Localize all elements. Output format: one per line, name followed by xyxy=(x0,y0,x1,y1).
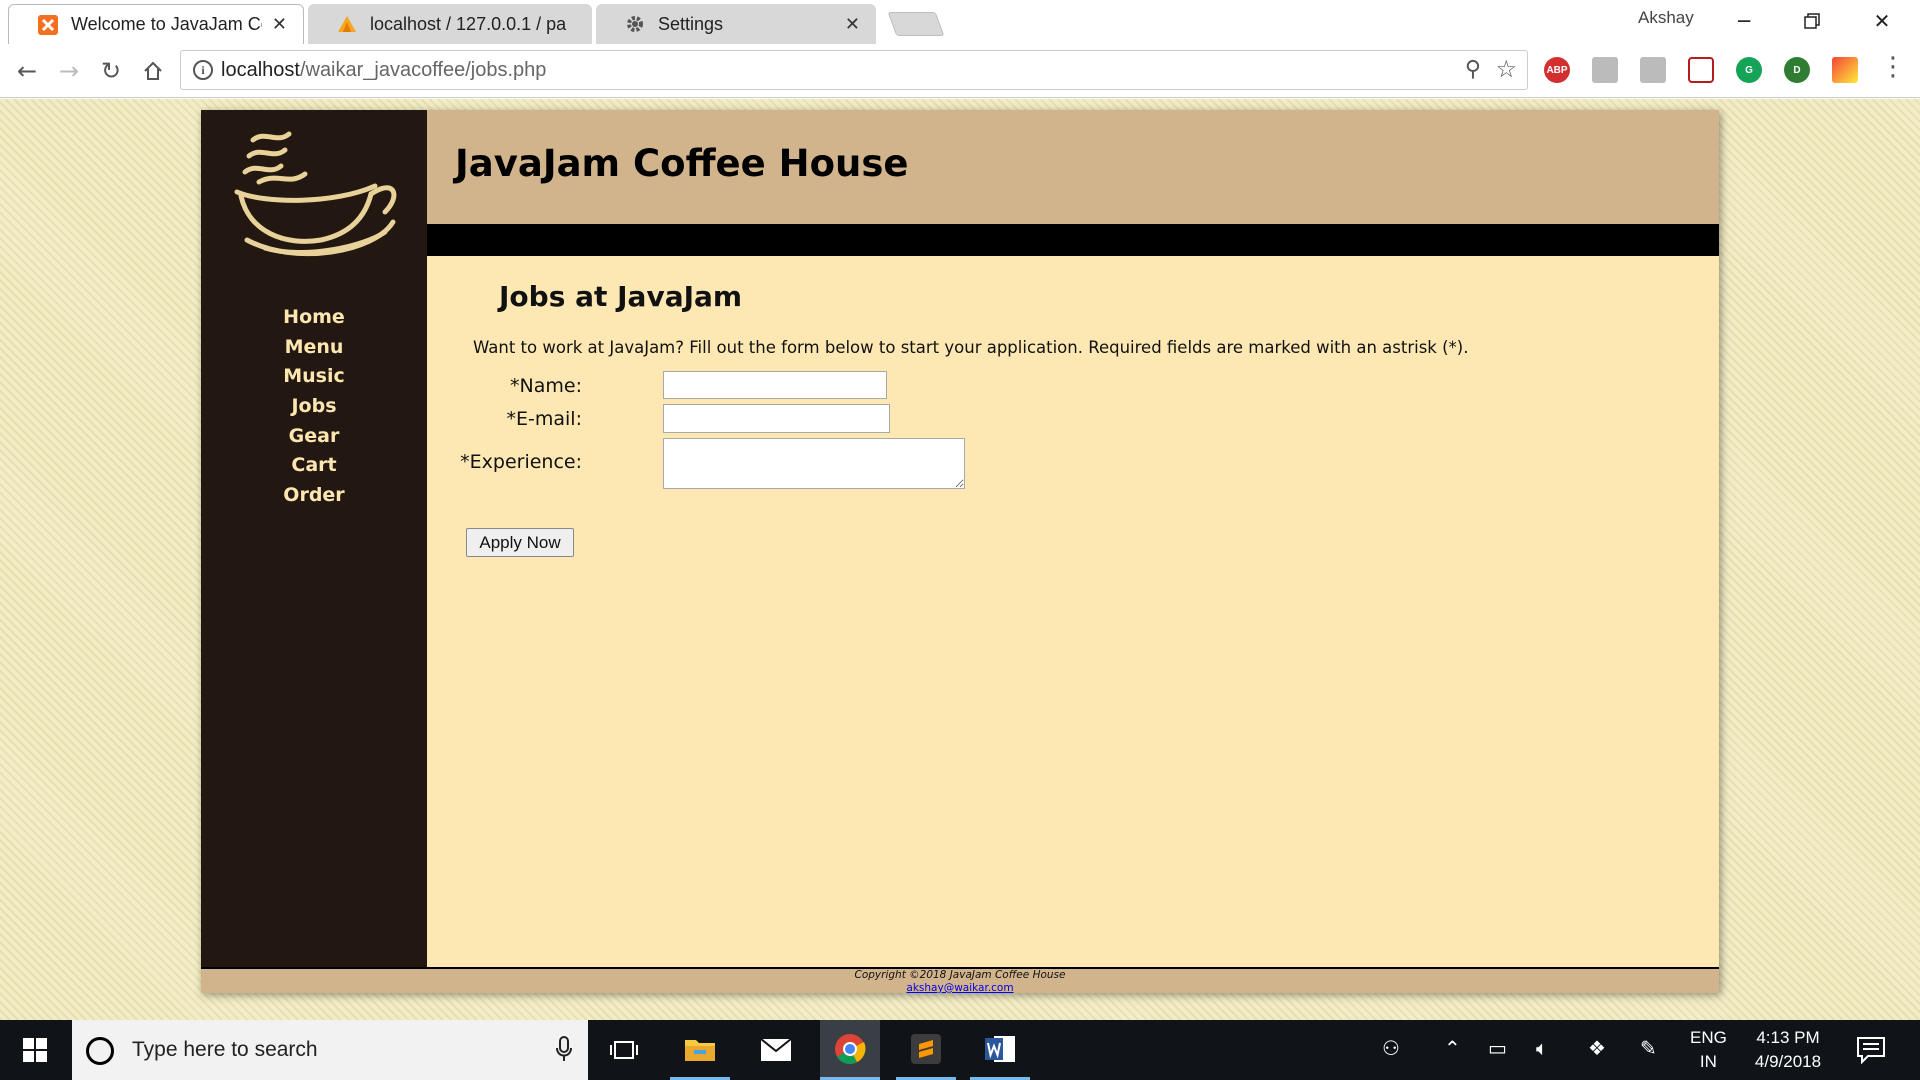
cortana-icon xyxy=(86,1037,114,1065)
dropbox-icon[interactable]: ❖ xyxy=(1588,1036,1606,1060)
nav-link-music[interactable]: Music xyxy=(283,365,345,387)
main-content: Jobs at JavaJam Want to work at JavaJam?… xyxy=(427,256,1719,967)
home-icon[interactable] xyxy=(136,54,170,88)
nav-link-gear[interactable]: Gear xyxy=(289,425,340,447)
info-icon[interactable]: i xyxy=(193,60,213,80)
nav-link-menu[interactable]: Menu xyxy=(285,336,344,358)
evernote-label: D xyxy=(1793,64,1801,76)
color-picker-icon[interactable] xyxy=(1832,57,1858,83)
clock[interactable]: 4:13 PM 4/9/2018 xyxy=(1746,1026,1830,1074)
browser-toolbar: ← → ↻ i localhost/waikar_javacoffee/jobs… xyxy=(0,44,1920,98)
nav-link-jobs[interactable]: Jobs xyxy=(291,395,336,417)
show-hidden-icons-icon[interactable]: ⌃ xyxy=(1444,1036,1461,1060)
site-title: JavaJam Coffee House xyxy=(455,142,909,185)
site-sidebar: Home Menu Music Jobs Gear Cart Order xyxy=(201,110,427,967)
phpmyadmin-icon xyxy=(336,13,358,35)
tab-phpmyadmin[interactable]: localhost / 127.0.0.1 / pa xyxy=(308,4,592,44)
volume-icon[interactable]: 🔈︎ xyxy=(1536,1036,1548,1060)
forward-icon[interactable]: → xyxy=(52,54,86,88)
address-bar[interactable]: i localhost/waikar_javacoffee/jobs.php ⚲… xyxy=(180,50,1528,90)
site-header: JavaJam Coffee House xyxy=(427,110,1719,224)
extension-icon[interactable] xyxy=(1640,57,1666,83)
coffee-cup-logo-icon xyxy=(234,131,397,257)
zoom-icon[interactable]: ⚲ xyxy=(1465,57,1481,82)
minimize-icon[interactable]: ─ xyxy=(1724,6,1764,36)
pen-icon[interactable]: ✎ xyxy=(1640,1036,1657,1060)
adblock-label: ABP xyxy=(1546,64,1568,76)
language-indicator[interactable]: ENG IN xyxy=(1690,1026,1727,1074)
clock-date: 4/9/2018 xyxy=(1754,1052,1822,1071)
chrome-icon[interactable] xyxy=(820,1020,880,1080)
nav-item-order: Order xyxy=(201,484,427,514)
lang-line-2: IN xyxy=(1699,1052,1717,1071)
clipboard-icon[interactable] xyxy=(1592,57,1618,83)
nav-link-order[interactable]: Order xyxy=(283,484,344,506)
pocket-icon[interactable] xyxy=(1688,57,1714,83)
browser-menu-icon[interactable]: ⋮ xyxy=(1880,52,1906,82)
copyright-text: Copyright ©2018 JavaJam Coffee House xyxy=(854,969,1066,981)
mail-icon[interactable] xyxy=(746,1020,806,1080)
evernote-icon[interactable]: D xyxy=(1784,57,1810,83)
profile-name[interactable]: Akshay xyxy=(1638,8,1694,28)
grammarly-icon[interactable]: G xyxy=(1736,57,1762,83)
restore-icon[interactable] xyxy=(1792,6,1832,36)
tab-javajam[interactable]: Welcome to JavaJam Cof ✕ xyxy=(8,4,304,44)
site-wrapper: Home Menu Music Jobs Gear Cart Order Jav… xyxy=(201,110,1719,994)
adblock-plus-icon[interactable]: ABP xyxy=(1544,57,1570,83)
email-label: *E-mail: xyxy=(506,408,582,430)
clock-time: 4:13 PM xyxy=(1756,1028,1820,1047)
tab-title: Settings xyxy=(658,13,724,34)
action-center-icon[interactable] xyxy=(1856,1036,1886,1064)
name-label: *Name: xyxy=(510,375,582,397)
url-text: localhost/waikar_javacoffee/jobs.php xyxy=(221,59,546,82)
close-tab-icon[interactable]: ✕ xyxy=(272,14,287,35)
search-placeholder: Type here to search xyxy=(132,1038,318,1061)
footer-email-link[interactable]: akshay@waikar.com xyxy=(201,982,1719,994)
grammarly-label: G xyxy=(1745,64,1753,76)
sublime-text-icon[interactable] xyxy=(896,1020,956,1080)
new-tab-button[interactable] xyxy=(887,12,945,36)
tab-title: Welcome to JavaJam Cof xyxy=(71,14,262,34)
apply-now-button[interactable]: Apply Now xyxy=(466,528,574,557)
tab-strip: Welcome to JavaJam Cof ✕ localhost / 127… xyxy=(0,0,1920,44)
nav-link-home[interactable]: Home xyxy=(283,306,345,328)
url-path: /waikar_javacoffee/jobs.php xyxy=(299,59,547,81)
lang-line-1: ENG xyxy=(1690,1028,1727,1047)
people-icon[interactable]: ⚇ xyxy=(1382,1036,1400,1060)
reload-icon[interactable]: ↻ xyxy=(94,54,128,88)
word-icon[interactable] xyxy=(970,1020,1030,1080)
file-explorer-icon[interactable] xyxy=(670,1020,730,1080)
close-tab-icon[interactable]: ✕ xyxy=(845,14,860,35)
windows-start-icon[interactable] xyxy=(0,1020,70,1080)
gear-icon xyxy=(624,13,646,35)
task-view-icon[interactable] xyxy=(594,1020,654,1080)
nav-item-menu: Menu xyxy=(201,336,427,366)
windows-taskbar: Type here to search ⚇ ⌃ ▭ 🔈︎ ❖ ✎ ENG IN … xyxy=(0,1020,1920,1080)
page-viewport: Home Menu Music Jobs Gear Cart Order Jav… xyxy=(0,99,1920,1020)
header-divider xyxy=(427,224,1719,256)
battery-icon[interactable]: ▭ xyxy=(1488,1036,1507,1060)
taskbar-search[interactable]: Type here to search xyxy=(72,1020,588,1080)
name-field[interactable] xyxy=(663,371,887,399)
email-field[interactable] xyxy=(663,404,890,433)
nav-link-cart[interactable]: Cart xyxy=(291,454,336,476)
experience-label: *Experience: xyxy=(460,451,582,473)
intro-text: Want to work at JavaJam? Fill out the fo… xyxy=(473,338,1469,357)
url-host: localhost xyxy=(221,59,300,81)
experience-textarea[interactable] xyxy=(663,438,965,489)
bookmark-star-icon[interactable]: ☆ xyxy=(1495,55,1517,83)
page-title: Jobs at JavaJam xyxy=(499,280,743,313)
xampp-icon xyxy=(37,14,59,36)
tab-title: localhost / 127.0.0.1 / pa xyxy=(370,13,567,34)
close-window-icon[interactable]: ✕ xyxy=(1862,6,1902,36)
back-icon[interactable]: ← xyxy=(10,54,44,88)
tab-settings[interactable]: Settings ✕ xyxy=(596,4,876,44)
nav-item-home: Home xyxy=(201,306,427,336)
microphone-icon[interactable] xyxy=(556,1036,572,1062)
site-footer: Copyright ©2018 JavaJam Coffee House aks… xyxy=(201,967,1719,994)
